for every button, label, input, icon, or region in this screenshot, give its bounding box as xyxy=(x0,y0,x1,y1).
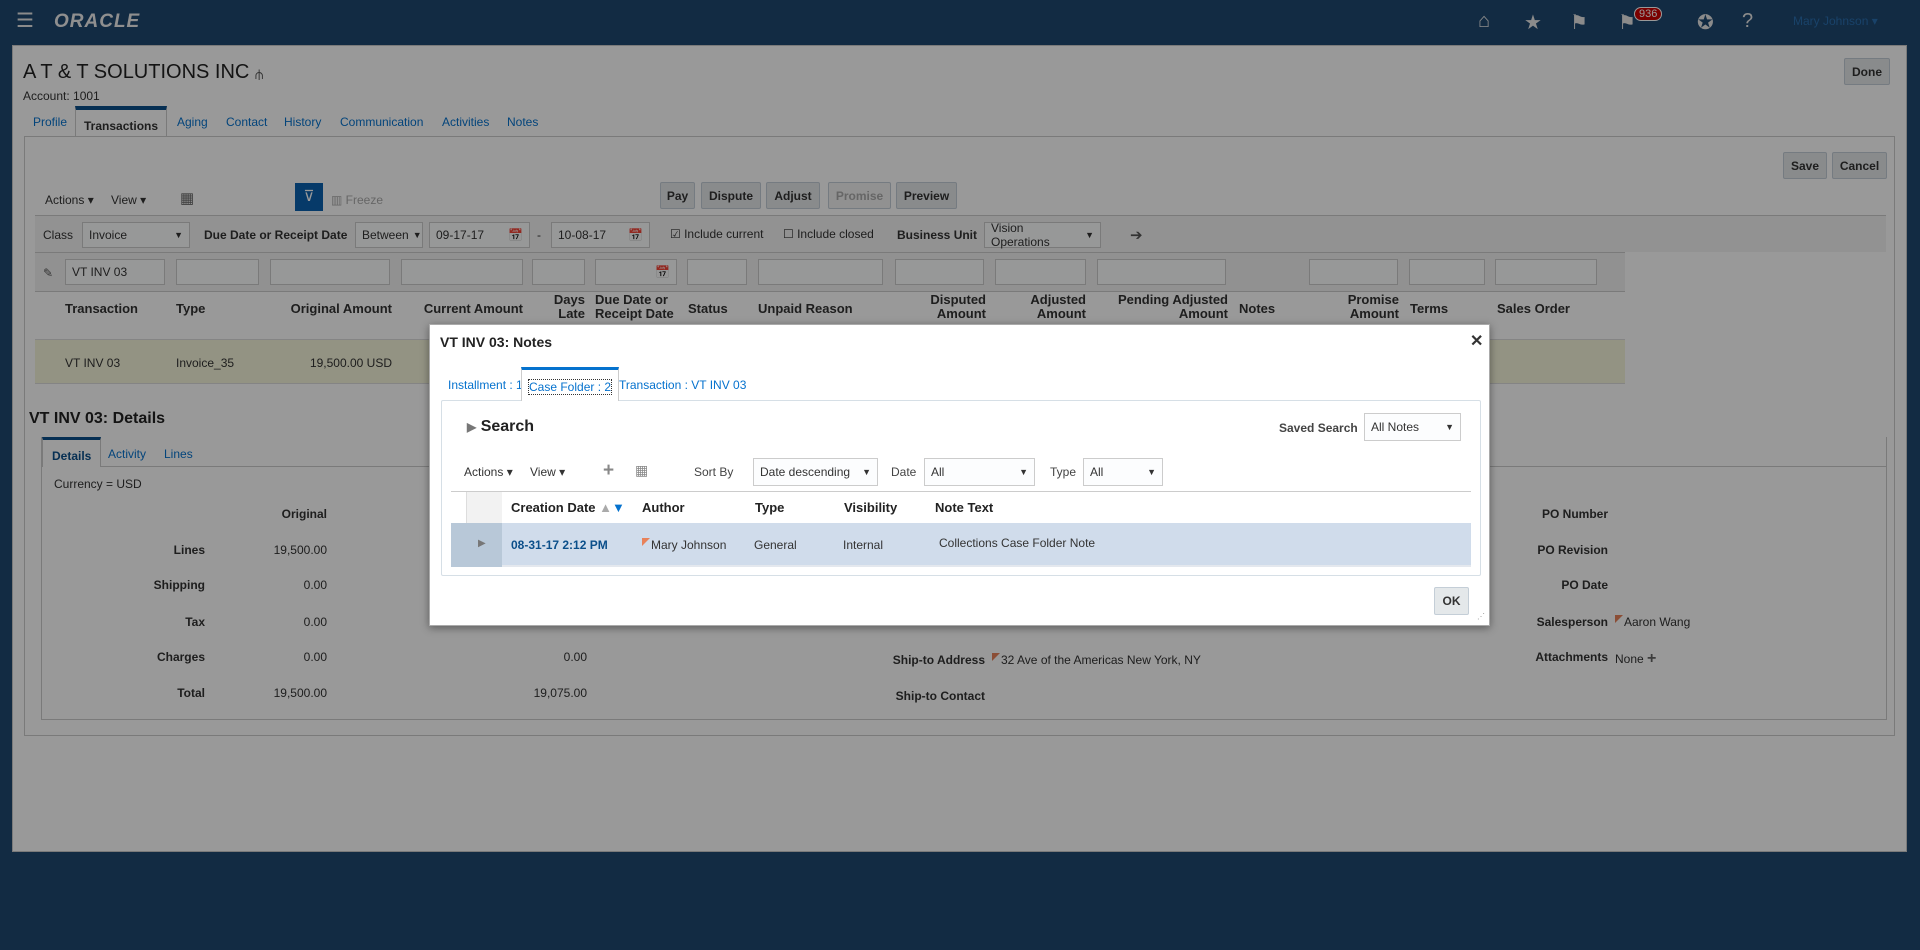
type-filter-select[interactable]: All ▼ xyxy=(1083,458,1163,486)
sort-by-label: Sort By xyxy=(694,465,734,479)
note-flag-icon xyxy=(642,538,650,546)
expand-icon: ▶ xyxy=(467,420,477,434)
dialog-title: VT INV 03: Notes xyxy=(440,334,553,350)
divider xyxy=(451,491,1471,492)
note-date-link[interactable]: 08-31-17 2:12 PM xyxy=(511,538,608,552)
ok-button[interactable]: OK xyxy=(1434,587,1469,615)
detach-icon[interactable]: ▦ xyxy=(635,462,648,479)
notes-panel: ▶ Search Saved Search All Notes ▼ Actions… xyxy=(441,400,1481,576)
sort-by-value: Date descending xyxy=(760,465,851,479)
tab-case-folder[interactable]: Case Folder : 2 xyxy=(521,367,620,401)
sort-descending-icon[interactable]: ▼ xyxy=(612,500,625,515)
resize-handle-icon[interactable]: ⋰ xyxy=(1477,612,1485,621)
note-type: General xyxy=(754,538,797,552)
sort-by-select[interactable]: Date descending ▼ xyxy=(753,458,878,486)
actions-label: Actions xyxy=(464,465,504,479)
close-icon[interactable]: ✕ xyxy=(1470,331,1483,351)
add-icon[interactable]: + xyxy=(603,460,614,482)
date-filter-select[interactable]: All ▼ xyxy=(924,458,1035,486)
sort-ascending-icon[interactable]: ▲ xyxy=(599,500,612,515)
tab-installment[interactable]: Installment : 1 xyxy=(448,378,523,392)
search-label: Search xyxy=(480,418,535,435)
tab-case-folder-label: Case Folder : 2 xyxy=(527,379,613,395)
column-header-note-text[interactable]: Note Text xyxy=(935,500,993,515)
saved-search-select[interactable]: All Notes ▼ xyxy=(1364,413,1461,441)
column-header-visibility[interactable]: Visibility xyxy=(844,500,897,515)
note-visibility: Internal xyxy=(843,538,884,552)
row-header xyxy=(451,523,502,567)
expand-row-icon[interactable]: ▶ xyxy=(478,538,486,549)
date-filter-value: All xyxy=(931,465,945,479)
note-author: Mary Johnson xyxy=(642,538,726,552)
column-header-creation-date[interactable]: Creation Date ▲▼ xyxy=(511,500,625,515)
type-filter-value: All xyxy=(1090,465,1104,479)
view-label: View xyxy=(530,465,556,479)
note-author-name: Mary Johnson xyxy=(651,538,727,552)
column-header-type[interactable]: Type xyxy=(755,500,784,515)
table-row[interactable]: ▶ 08-31-17 2:12 PM Mary Johnson General … xyxy=(451,523,1471,567)
notes-actions-menu[interactable]: Actions ▾ xyxy=(464,465,513,479)
search-toggle[interactable]: ▶ Search xyxy=(467,418,534,436)
note-text: Collections Case Folder Note xyxy=(939,536,1096,550)
creation-date-label: Creation Date xyxy=(511,500,596,515)
saved-search-value: All Notes xyxy=(1371,420,1420,434)
saved-search-label: Saved Search xyxy=(1279,421,1358,435)
tab-transaction[interactable]: Transaction : VT INV 03 xyxy=(619,378,746,392)
header-spacer xyxy=(466,492,502,524)
notes-dialog: VT INV 03: Notes ✕ Installment : 1 Case … xyxy=(429,324,1490,626)
type-filter-label: Type xyxy=(1050,465,1077,479)
notes-view-menu[interactable]: View ▾ xyxy=(530,465,565,479)
column-header-author[interactable]: Author xyxy=(642,500,685,515)
date-filter-label: Date xyxy=(891,465,917,479)
